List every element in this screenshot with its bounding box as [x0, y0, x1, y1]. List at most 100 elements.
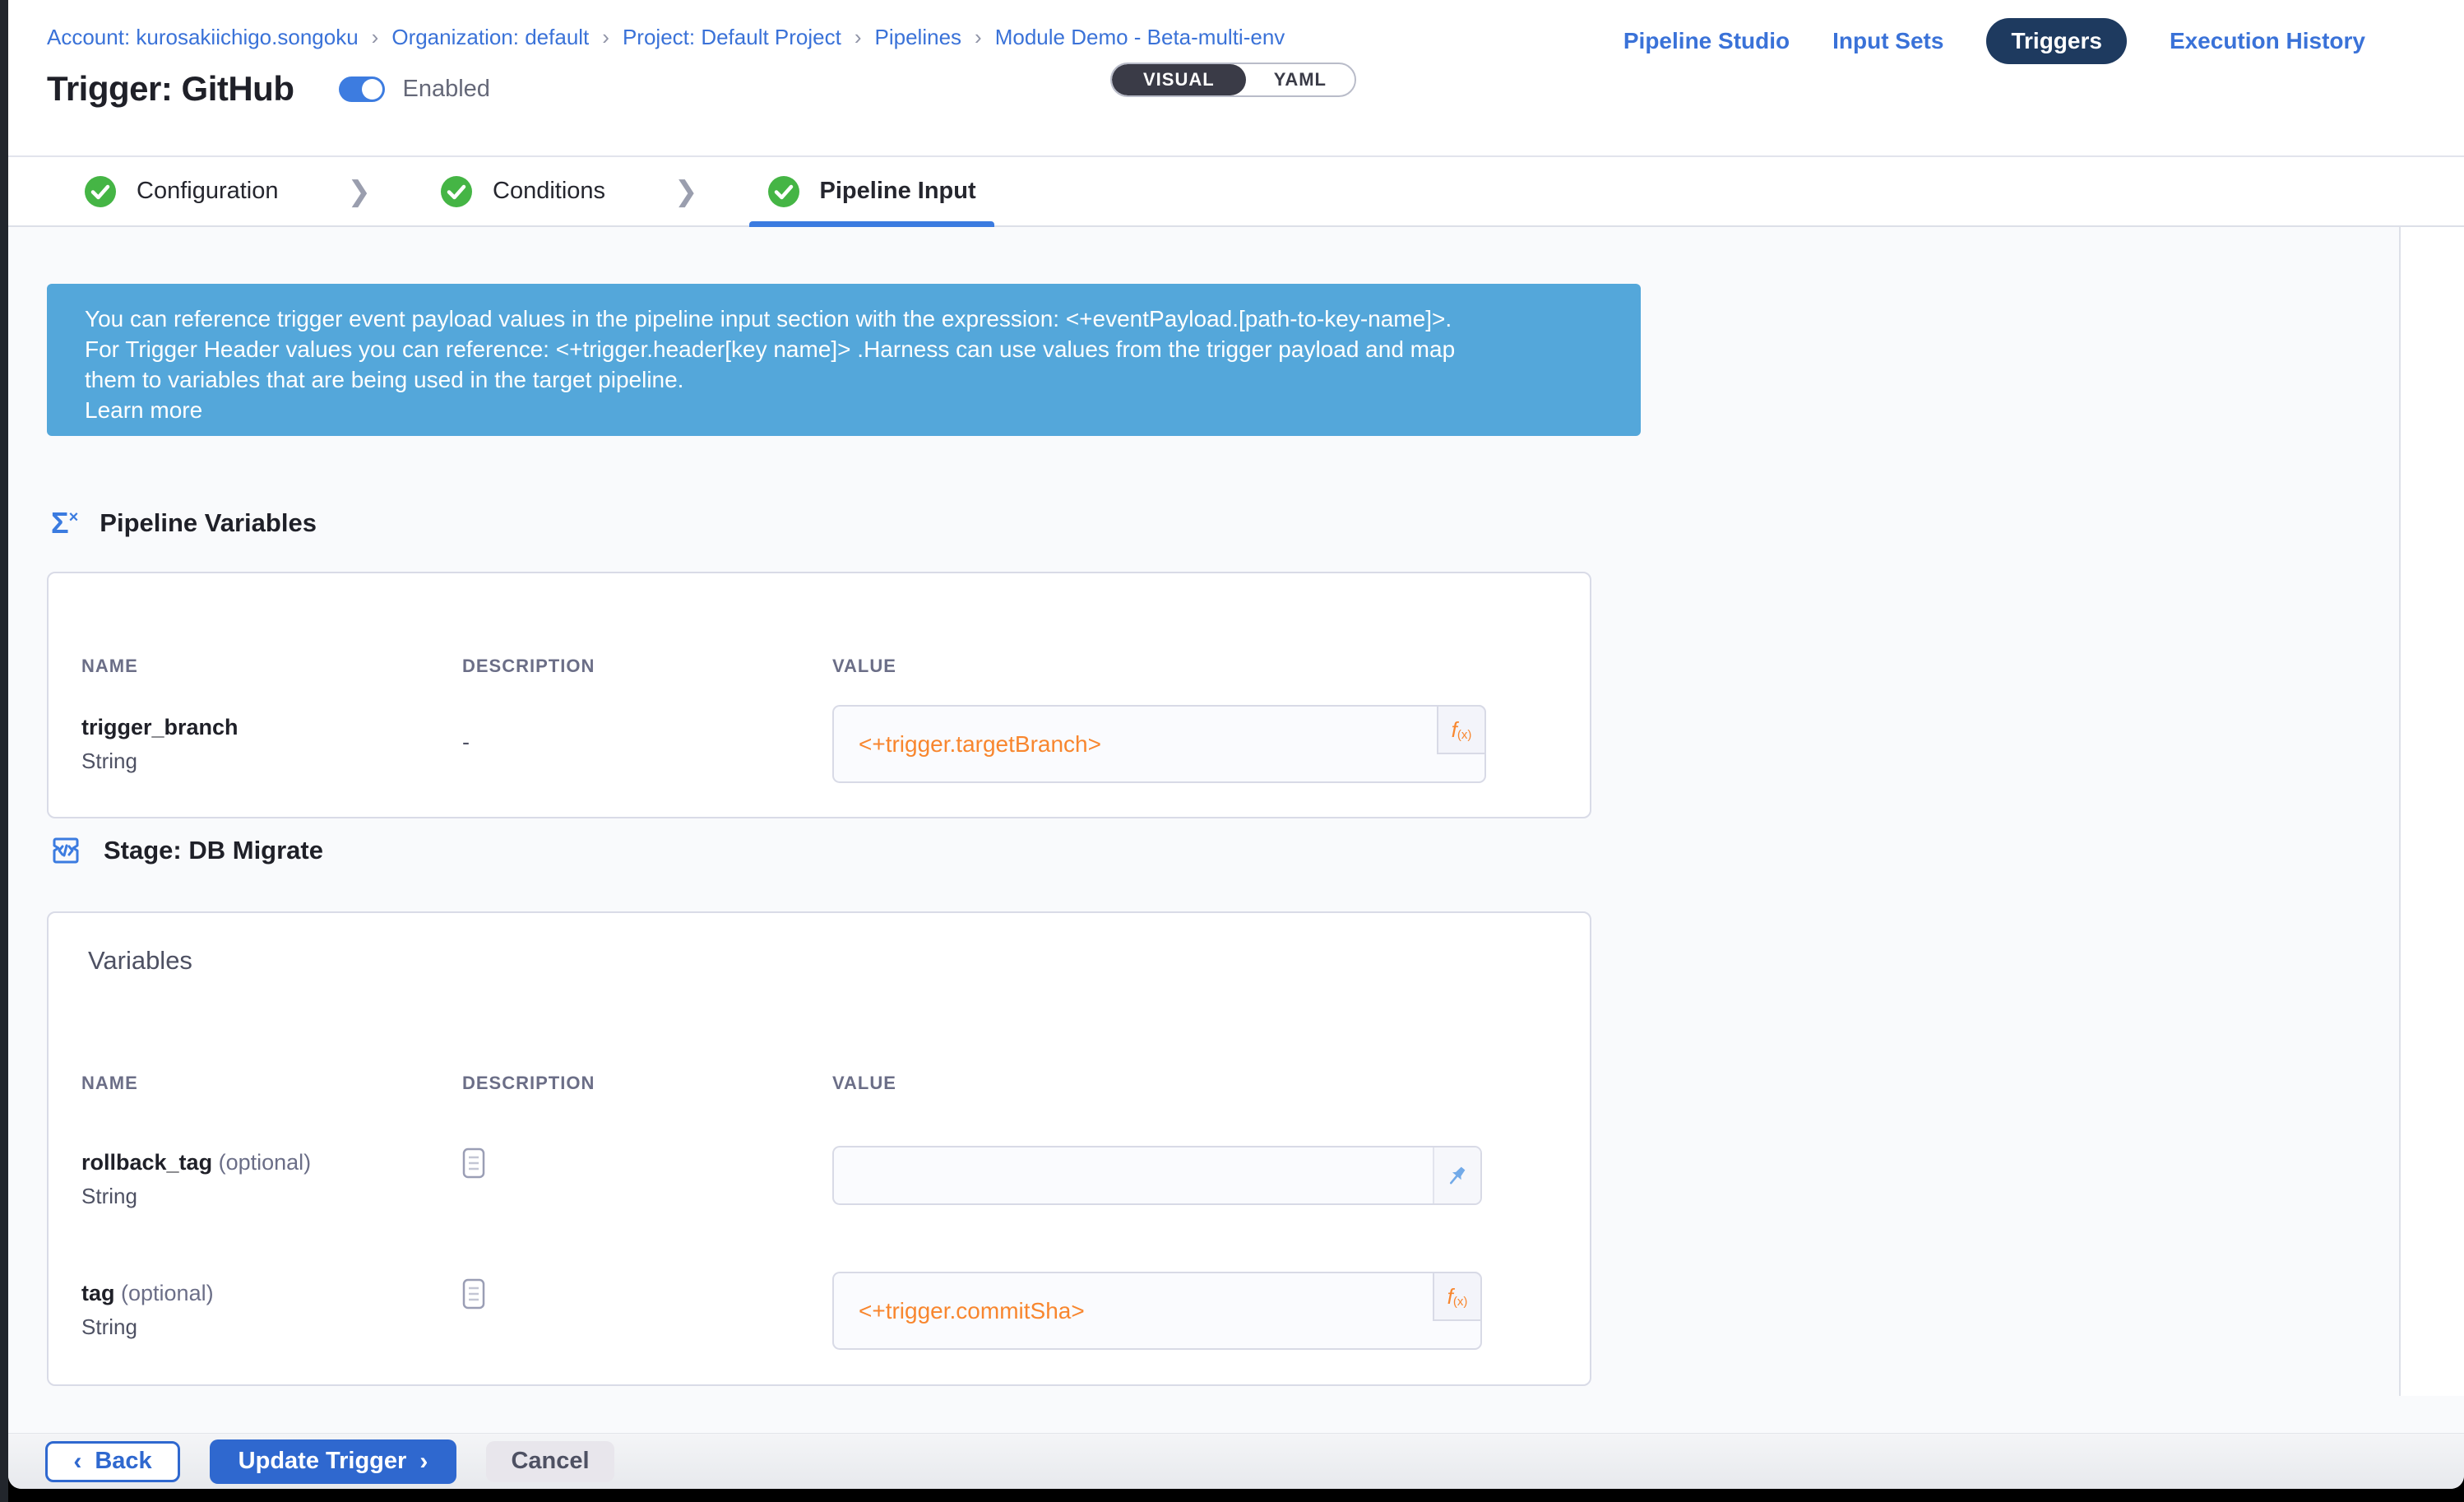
breadcrumb-account[interactable]: Account: kurosakiichigo.songoku — [47, 25, 359, 50]
check-circle-icon — [84, 175, 117, 208]
toggle-knob — [362, 79, 382, 100]
rollback-tag-value-field — [832, 1146, 1482, 1205]
pipeline-nav-tabs: Pipeline Studio Input Sets Triggers Exec… — [1623, 18, 2365, 64]
wizard-tab-bar: Configuration ❯ Conditions ❯ Pipeline In… — [8, 155, 2464, 227]
chevron-right-icon: ❯ — [674, 175, 698, 208]
stage-variables-card: Variables NAME DESCRIPTION VALUE rollbac… — [47, 911, 1591, 1386]
column-name: NAME — [81, 656, 138, 677]
variable-name-cell: trigger_branch String — [81, 715, 239, 774]
enabled-toggle[interactable] — [339, 76, 385, 102]
fx-label: f — [1452, 717, 1457, 743]
tab-conditions[interactable]: Conditions — [422, 157, 623, 225]
footer-action-bar: ‹ Back Update Trigger › Cancel — [8, 1433, 2464, 1489]
chevron-right-icon: ❯ — [348, 175, 372, 208]
fx-expression-button[interactable]: f(x) — [1437, 705, 1486, 754]
breadcrumb-separator: › — [855, 25, 862, 50]
column-value: VALUE — [832, 656, 896, 677]
fx-sub-label: (x) — [1457, 728, 1472, 742]
nav-input-sets[interactable]: Input Sets — [1832, 28, 1943, 54]
optional-label: (optional) — [121, 1281, 214, 1305]
page-title: Trigger: GitHub — [47, 69, 294, 109]
payload-info-banner: You can reference trigger event payload … — [47, 284, 1641, 436]
variable-name-cell: tag (optional) String — [81, 1281, 214, 1340]
active-tab-underline — [749, 221, 994, 227]
variable-description-cell — [462, 1147, 485, 1183]
back-button[interactable]: ‹ Back — [45, 1441, 180, 1482]
trigger-branch-value-input[interactable]: <+trigger.targetBranch> f(x) — [832, 705, 1486, 783]
tag-value-input[interactable]: <+trigger.commitSha> f(x) — [832, 1272, 1482, 1350]
app-window: Account: kurosakiichigo.songoku › Organi… — [8, 0, 2464, 1489]
stage-heading: Stage: DB Migrate — [49, 834, 323, 867]
update-trigger-button[interactable]: Update Trigger › — [210, 1439, 456, 1484]
chevron-right-icon: › — [419, 1448, 428, 1476]
optional-label: (optional) — [219, 1150, 312, 1175]
section-title: Stage: DB Migrate — [104, 836, 323, 865]
variable-name: rollback_tag (optional) — [81, 1150, 311, 1175]
enabled-label: Enabled — [403, 76, 490, 103]
pin-icon — [1445, 1163, 1470, 1188]
column-description: DESCRIPTION — [462, 1073, 595, 1094]
fx-sub-label: (x) — [1453, 1295, 1468, 1309]
variable-type: String — [81, 749, 239, 774]
section-title: Pipeline Variables — [100, 508, 317, 538]
column-description: DESCRIPTION — [462, 656, 595, 677]
breadcrumb: Account: kurosakiichigo.songoku › Organi… — [47, 25, 1285, 50]
breadcrumb-separator: › — [602, 25, 609, 50]
pin-runtime-input-button[interactable] — [1433, 1147, 1480, 1203]
variable-description-cell — [462, 1278, 485, 1314]
variable-type: String — [81, 1184, 311, 1209]
column-name: NAME — [81, 1073, 138, 1094]
check-circle-icon — [440, 175, 473, 208]
rollback-tag-value-input[interactable] — [834, 1147, 1480, 1203]
visual-mode-button[interactable]: VISUAL — [1112, 64, 1246, 95]
breadcrumb-pipelines[interactable]: Pipelines — [875, 25, 962, 50]
screen-left-edge — [0, 0, 8, 1502]
update-trigger-label: Update Trigger — [239, 1448, 407, 1475]
tab-pipeline-input[interactable]: Pipeline Input — [749, 157, 994, 225]
variable-name: tag (optional) — [81, 1281, 214, 1306]
variable-name: trigger_branch — [81, 715, 239, 740]
description-tooltip-icon[interactable] — [462, 1278, 485, 1310]
learn-more-link[interactable]: Learn more — [85, 395, 1603, 425]
scroll-gutter[interactable] — [2399, 227, 2464, 1396]
check-circle-icon — [767, 175, 800, 208]
page-header: Account: kurosakiichigo.songoku › Organi… — [8, 0, 2464, 155]
pipeline-input-panel: You can reference trigger event payload … — [8, 227, 2464, 1433]
description-tooltip-icon[interactable] — [462, 1147, 485, 1179]
tab-label: Conditions — [493, 178, 605, 205]
banner-line: For Trigger Header values you can refere… — [85, 334, 1603, 364]
nav-triggers[interactable]: Triggers — [1986, 18, 2126, 64]
column-value: VALUE — [832, 1073, 896, 1094]
variable-name-cell: rollback_tag (optional) String — [81, 1150, 311, 1209]
cancel-label: Cancel — [511, 1448, 589, 1475]
nav-execution-history[interactable]: Execution History — [2170, 28, 2365, 54]
tab-configuration[interactable]: Configuration — [66, 157, 297, 225]
banner-line: them to variables that are being used in… — [85, 364, 1603, 395]
breadcrumb-project[interactable]: Project: Default Project — [623, 25, 841, 50]
fx-label: f — [1447, 1284, 1453, 1310]
back-label: Back — [95, 1448, 151, 1475]
breadcrumb-separator: › — [975, 25, 982, 50]
nav-pipeline-studio[interactable]: Pipeline Studio — [1623, 28, 1790, 54]
expression-value[interactable]: <+trigger.commitSha> — [859, 1298, 1085, 1324]
fx-expression-button[interactable]: f(x) — [1433, 1272, 1482, 1321]
variable-type: String — [81, 1314, 214, 1340]
pipeline-variables-icon: Σ× — [51, 508, 78, 538]
breadcrumb-pipeline-name[interactable]: Module Demo - Beta-multi-env — [995, 25, 1285, 50]
expression-value[interactable]: <+trigger.targetBranch> — [859, 731, 1101, 758]
breadcrumb-organization[interactable]: Organization: default — [391, 25, 589, 50]
pipeline-variables-heading: Σ× Pipeline Variables — [51, 508, 317, 538]
chevron-left-icon: ‹ — [73, 1448, 81, 1476]
variable-description: - — [462, 730, 470, 755]
variables-card-title: Variables — [88, 946, 192, 976]
tab-label: Pipeline Input — [820, 178, 976, 205]
tab-label: Configuration — [137, 178, 279, 205]
cancel-button[interactable]: Cancel — [486, 1441, 614, 1482]
stage-icon — [49, 834, 82, 867]
pipeline-variables-card: NAME DESCRIPTION VALUE trigger_branch St… — [47, 572, 1591, 818]
yaml-mode-button[interactable]: YAML — [1246, 64, 1355, 95]
breadcrumb-separator: › — [372, 25, 379, 50]
visual-yaml-toggle: VISUAL YAML — [1110, 63, 1356, 97]
banner-line: You can reference trigger event payload … — [85, 304, 1603, 334]
title-row: Trigger: GitHub Enabled — [47, 69, 490, 109]
